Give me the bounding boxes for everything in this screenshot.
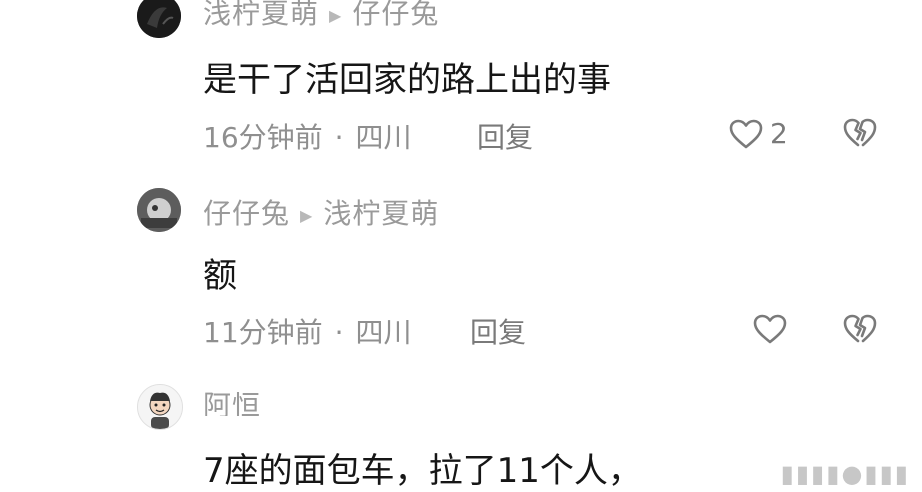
avatar-image [138, 385, 182, 429]
author-name[interactable]: 阿恒 [203, 392, 261, 416]
avatar-image [137, 188, 181, 232]
author-name[interactable]: 仔仔兔 [203, 197, 290, 230]
broken-heart-icon [843, 118, 877, 147]
comment-time: 11分钟前 [203, 316, 323, 349]
comment-text: 7座的面包车，拉了11个人， [203, 451, 642, 491]
comment-meta: 16分钟前 · 四川 [203, 116, 412, 156]
reply-to-name[interactable]: 浅柠夏萌 [323, 197, 439, 230]
comment-text: 是干了活回家的路上出的事 [203, 60, 611, 100]
separator-dot: · [334, 316, 344, 349]
author-name[interactable]: 浅柠夏萌 [203, 0, 319, 30]
avatar-image [137, 0, 181, 38]
dislike-button[interactable] [842, 117, 878, 149]
reply-button[interactable]: 回复 [470, 311, 526, 351]
comment-location: 四川 [355, 316, 412, 349]
separator-dot: · [334, 121, 344, 154]
like-count: 2 [770, 117, 788, 150]
dislike-button[interactable] [842, 313, 878, 345]
comment-time: 16分钟前 [203, 121, 323, 154]
triangle-right-icon: ▶ [329, 5, 343, 25]
like-button[interactable] [752, 313, 788, 345]
heart-outline-icon [753, 314, 787, 344]
triangle-right-icon: ▶ [300, 205, 314, 225]
comment-meta: 11分钟前 · 四川 [203, 311, 412, 351]
avatar[interactable] [137, 384, 183, 430]
comment-author-line: 阿恒 [203, 392, 261, 416]
comment-location: 四川 [355, 121, 412, 154]
reply-button[interactable]: 回复 [477, 116, 533, 156]
broken-heart-icon [843, 314, 877, 343]
comment-author-line: 仔仔兔 ▶ 浅柠夏萌 [203, 192, 439, 232]
comment-author-line: 浅柠夏萌 ▶ 仔仔兔 [203, 0, 439, 32]
avatar[interactable] [137, 0, 181, 38]
reply-to-name[interactable]: 仔仔兔 [352, 0, 439, 30]
avatar[interactable] [137, 188, 181, 232]
heart-outline-icon [729, 119, 763, 148]
comment-text: 额 [203, 256, 237, 296]
like-button[interactable]: 2 [728, 117, 788, 150]
watermark: ▮▮▮▮●▮▮▮ [780, 460, 910, 488]
